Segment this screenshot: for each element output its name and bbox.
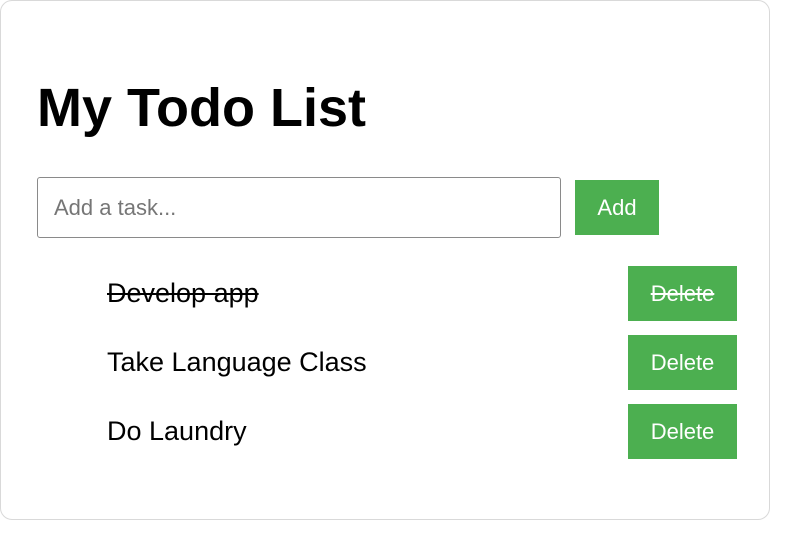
todo-item: Develop app Delete (1, 266, 771, 321)
delete-button[interactable]: Delete (628, 404, 737, 459)
page-title: My Todo List (37, 78, 366, 138)
todo-text[interactable]: Take Language Class (107, 335, 367, 390)
task-input[interactable] (37, 177, 561, 238)
add-button[interactable]: Add (575, 180, 659, 235)
todo-card: My Todo List Add Develop app Delete Take… (0, 0, 770, 520)
delete-button[interactable]: Delete (628, 335, 737, 390)
todo-item: Take Language Class Delete (1, 335, 771, 390)
delete-button[interactable]: Delete (628, 266, 737, 321)
todo-item: Do Laundry Delete (1, 404, 771, 459)
todo-text[interactable]: Do Laundry (107, 404, 247, 459)
todo-text[interactable]: Develop app (107, 266, 259, 321)
